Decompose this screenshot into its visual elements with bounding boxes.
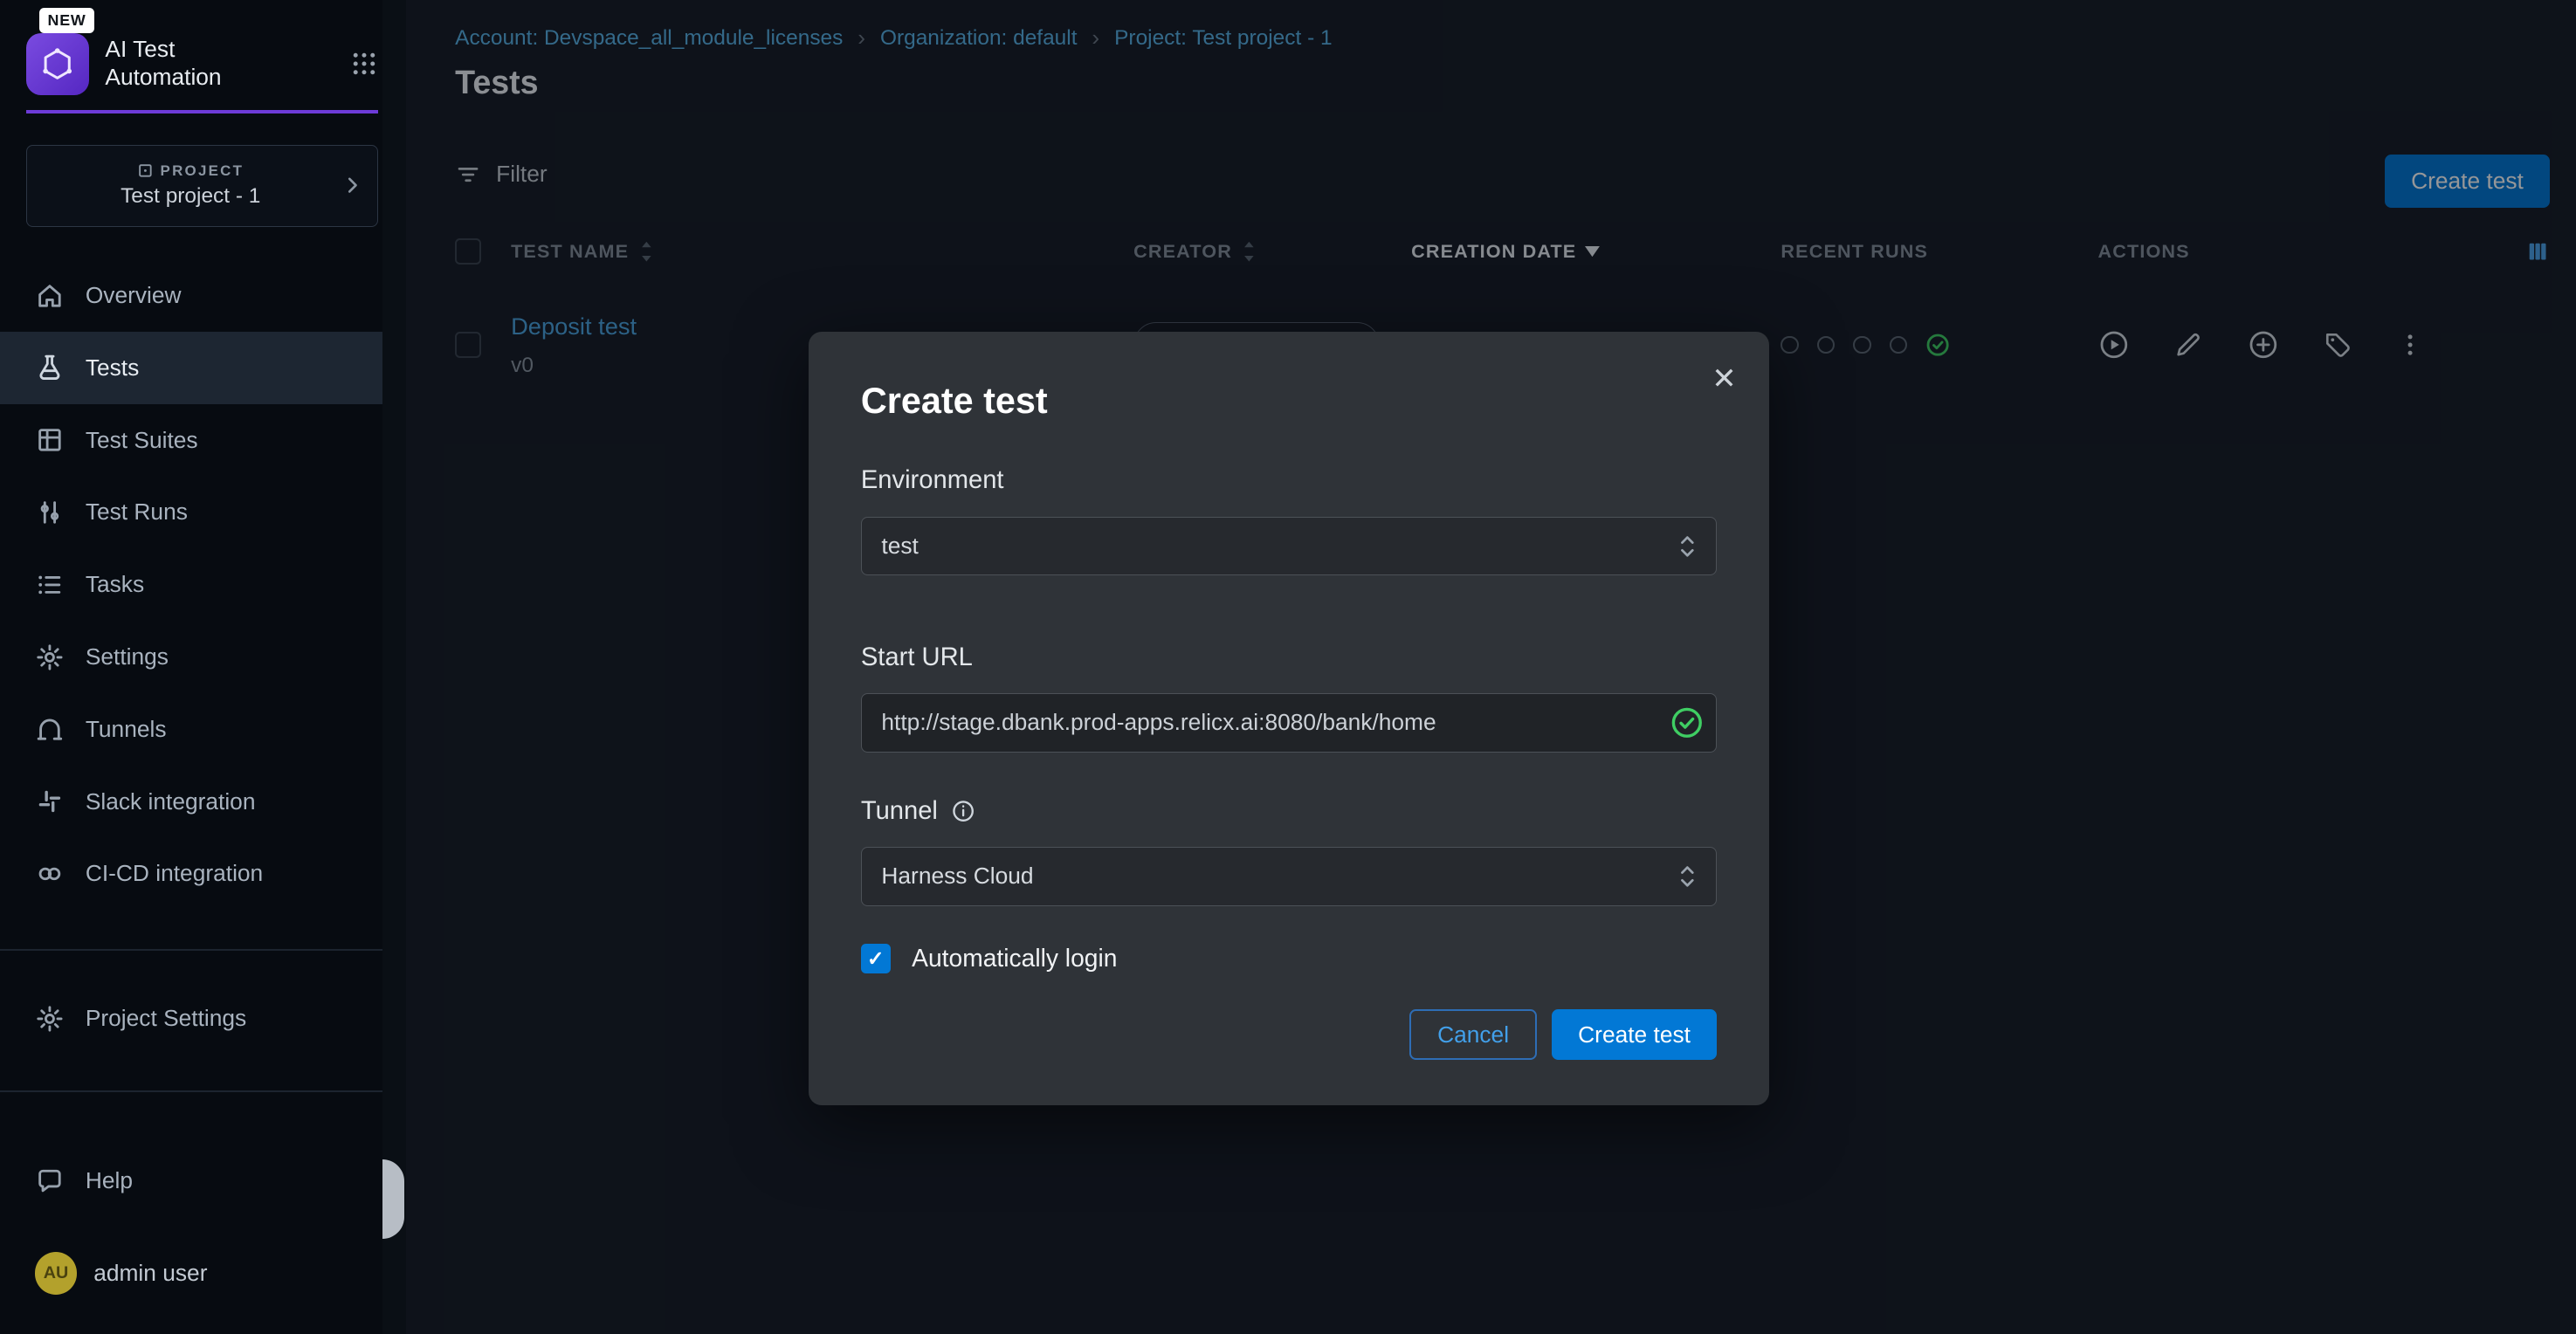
- tunnel-label-text: Tunnel: [861, 797, 938, 826]
- sidebar-item-label: CI-CD integration: [86, 860, 263, 887]
- sidebar-item-tasks[interactable]: Tasks: [0, 548, 382, 621]
- app-title-line1: AI Test: [105, 36, 349, 64]
- project-selector[interactable]: PROJECT Test project - 1: [26, 145, 378, 227]
- close-icon[interactable]: ✕: [1712, 361, 1736, 396]
- project-selector-text: PROJECT Test project - 1: [40, 162, 341, 210]
- sidebar-nav-footer: Project Settings: [0, 982, 382, 1055]
- app-window: Account: Devspace_all_module_licenses › …: [0, 0, 2576, 1334]
- start-url-label: Start URL: [861, 643, 1717, 672]
- sidebar-item-label: Tests: [86, 354, 139, 382]
- gear-icon: [35, 1004, 65, 1034]
- new-badge: NEW: [39, 8, 94, 33]
- slack-icon: [35, 787, 65, 816]
- sidebar-item-tunnels[interactable]: Tunnels: [0, 693, 382, 766]
- project-label: PROJECT: [40, 162, 341, 180]
- modal-title: Create test: [861, 381, 1717, 422]
- sidebar: NEW AI Test Automation PROJECT Test proj…: [0, 0, 406, 1334]
- create-test-modal: ✕ Create test Environment test Start URL…: [809, 332, 1770, 1105]
- sidebar-item-settings[interactable]: Settings: [0, 621, 382, 693]
- environment-label: Environment: [861, 466, 1717, 495]
- chevron-right-icon: [341, 174, 363, 196]
- user-profile[interactable]: AU admin user: [35, 1252, 208, 1295]
- environment-select[interactable]: test: [861, 517, 1717, 576]
- app-logo-icon: [26, 33, 88, 95]
- tunnel-icon: [35, 714, 65, 744]
- sliders-icon: [35, 498, 65, 527]
- start-url-input[interactable]: [861, 693, 1717, 753]
- project-label-text: PROJECT: [161, 162, 245, 180]
- sidebar-item-help[interactable]: Help: [0, 1145, 382, 1217]
- info-icon[interactable]: [951, 799, 975, 823]
- tunnel-select[interactable]: Harness Cloud: [861, 847, 1717, 906]
- project-name: Test project - 1: [40, 184, 341, 209]
- task-list-icon: [35, 570, 65, 600]
- url-valid-check-icon: [1670, 706, 1704, 739]
- sidebar-item-test-suites[interactable]: Test Suites: [0, 404, 382, 477]
- sidebar-collapse-handle[interactable]: [382, 1159, 403, 1238]
- app-switcher-icon[interactable]: [350, 50, 378, 78]
- app-title-line2: Automation: [105, 64, 349, 92]
- cancel-button[interactable]: Cancel: [1409, 1009, 1537, 1060]
- sidebar-divider: [0, 1090, 382, 1092]
- gear-icon: [35, 643, 65, 672]
- avatar: AU: [35, 1252, 78, 1295]
- sidebar-help-section: Help: [0, 1145, 382, 1217]
- link-icon: [35, 859, 65, 889]
- modal-actions: Cancel Create test: [861, 1009, 1717, 1060]
- sidebar-item-label: Tasks: [86, 571, 144, 598]
- sidebar-item-project-settings[interactable]: Project Settings: [0, 982, 382, 1055]
- sidebar-item-label: Test Suites: [86, 427, 198, 454]
- sidebar-divider: [0, 949, 382, 951]
- sidebar-item-tests[interactable]: Tests: [0, 332, 382, 404]
- chat-bubble-icon: [35, 1166, 65, 1196]
- sidebar-item-overview[interactable]: Overview: [0, 259, 382, 332]
- start-url-label-text: Start URL: [861, 643, 973, 672]
- environment-selected-value: test: [881, 533, 918, 560]
- sidebar-nav: Overview Tests Test Suites Test Runs Tas…: [0, 259, 382, 910]
- home-icon: [35, 281, 65, 311]
- sidebar-item-cicd-integration[interactable]: CI-CD integration: [0, 838, 382, 911]
- app-header: AI Test Automation: [26, 33, 378, 95]
- beaker-icon: [35, 353, 65, 382]
- tunnel-label: Tunnel: [861, 797, 1717, 826]
- brand-accent-line: [26, 110, 378, 113]
- select-chevrons-icon: [1678, 862, 1697, 891]
- sidebar-item-label: Test Runs: [86, 499, 188, 526]
- sidebar-item-label: Project Settings: [86, 1005, 246, 1032]
- sidebar-item-label: Overview: [86, 282, 182, 309]
- sidebar-item-test-runs[interactable]: Test Runs: [0, 477, 382, 549]
- sidebar-item-label: Settings: [86, 643, 169, 670]
- user-name: admin user: [93, 1260, 207, 1287]
- auto-login-label: Automatically login: [912, 944, 1117, 973]
- auto-login-row: ✓ Automatically login: [861, 944, 1717, 973]
- sidebar-item-label: Help: [86, 1167, 133, 1194]
- environment-label-text: Environment: [861, 466, 1004, 495]
- select-chevrons-icon: [1678, 532, 1697, 561]
- start-url-field-wrap: [861, 693, 1717, 753]
- grid-icon: [35, 425, 65, 455]
- sidebar-item-label: Tunnels: [86, 716, 167, 743]
- tunnel-selected-value: Harness Cloud: [881, 863, 1033, 890]
- sidebar-scroll-gutter: [382, 0, 405, 1334]
- sidebar-item-slack-integration[interactable]: Slack integration: [0, 766, 382, 838]
- create-test-submit-button[interactable]: Create test: [1552, 1009, 1717, 1060]
- app-title: AI Test Automation: [105, 36, 349, 92]
- sidebar-item-label: Slack integration: [86, 788, 256, 815]
- auto-login-checkbox[interactable]: ✓: [861, 944, 891, 973]
